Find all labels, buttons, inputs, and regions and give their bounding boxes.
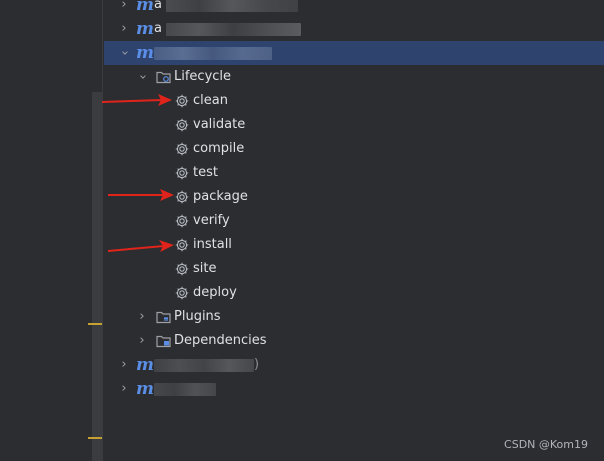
maven-module-icon: m bbox=[136, 0, 154, 15]
goal-site[interactable]: site bbox=[104, 257, 604, 281]
lifecycle-label: Lifecycle bbox=[174, 69, 232, 84]
maven-project-row[interactable]: › m a bbox=[104, 0, 604, 17]
chevron-right-icon[interactable]: › bbox=[118, 0, 130, 17]
goal-label: verify bbox=[193, 213, 230, 228]
gutter-marker bbox=[88, 323, 102, 325]
gear-icon bbox=[175, 238, 189, 252]
goal-verify[interactable]: verify bbox=[104, 209, 604, 233]
maven-project-row[interactable]: › m a bbox=[104, 17, 604, 41]
gear-icon bbox=[175, 166, 189, 180]
goal-label: compile bbox=[193, 141, 245, 156]
redacted-project-name bbox=[166, 23, 301, 36]
plugins-folder-icon bbox=[156, 311, 171, 324]
maven-module-icon: m bbox=[136, 19, 154, 39]
project-name-prefix: a bbox=[154, 21, 162, 36]
redacted-project-name bbox=[154, 47, 272, 60]
goal-test[interactable]: test bbox=[104, 161, 604, 185]
goal-label: package bbox=[193, 189, 248, 204]
redacted-project-name bbox=[154, 383, 216, 396]
scrollbar[interactable] bbox=[92, 92, 102, 461]
panel-divider bbox=[102, 0, 103, 461]
annotation-arrow-package bbox=[108, 189, 174, 201]
goal-install[interactable]: install bbox=[104, 233, 604, 257]
gear-icon bbox=[175, 94, 189, 108]
watermark: CSDN @Kom19 bbox=[504, 438, 588, 451]
dependencies-folder[interactable]: › Dependencies bbox=[104, 329, 604, 353]
plugins-folder[interactable]: › Plugins bbox=[104, 305, 604, 329]
goal-deploy[interactable]: deploy bbox=[104, 281, 604, 305]
goal-label: site bbox=[193, 261, 217, 276]
chevron-right-icon[interactable]: › bbox=[118, 17, 130, 41]
maven-project-row-selected[interactable]: › m bbox=[104, 41, 604, 65]
project-name-prefix: a bbox=[154, 0, 162, 12]
redacted-project-name bbox=[166, 0, 298, 12]
goal-validate[interactable]: validate bbox=[104, 113, 604, 137]
goal-label: clean bbox=[193, 93, 228, 108]
dependencies-label: Dependencies bbox=[174, 333, 267, 348]
gear-icon bbox=[175, 262, 189, 276]
annotation-arrow-install bbox=[107, 240, 174, 252]
gutter-marker bbox=[88, 437, 102, 439]
maven-project-row[interactable]: › m ) bbox=[104, 353, 604, 377]
chevron-down-icon[interactable]: › bbox=[130, 71, 154, 83]
gear-icon bbox=[175, 142, 189, 156]
annotation-arrow-clean bbox=[101, 94, 172, 106]
chevron-right-icon[interactable]: › bbox=[136, 305, 148, 329]
editor-gutter bbox=[0, 0, 103, 461]
goal-compile[interactable]: compile bbox=[104, 137, 604, 161]
chevron-right-icon[interactable]: › bbox=[136, 329, 148, 353]
chevron-right-icon[interactable]: › bbox=[118, 377, 130, 401]
lifecycle-folder[interactable]: › Lifecycle bbox=[104, 65, 604, 89]
chevron-right-icon[interactable]: › bbox=[118, 353, 130, 377]
goal-clean[interactable]: clean bbox=[104, 89, 604, 113]
redacted-project-name bbox=[154, 359, 254, 372]
goal-label: deploy bbox=[193, 285, 237, 300]
dependencies-folder-icon bbox=[156, 335, 171, 348]
project-name-suffix: ) bbox=[254, 357, 260, 372]
chevron-down-icon[interactable]: › bbox=[112, 47, 136, 59]
goal-label: install bbox=[193, 237, 232, 252]
maven-project-row[interactable]: › m bbox=[104, 377, 604, 401]
gear-icon bbox=[175, 286, 189, 300]
goal-label: test bbox=[193, 165, 218, 180]
gear-icon bbox=[175, 214, 189, 228]
gear-icon bbox=[175, 118, 189, 132]
goal-label: validate bbox=[193, 117, 246, 132]
maven-module-icon: m bbox=[136, 355, 154, 375]
lifecycle-folder-icon bbox=[156, 71, 171, 84]
maven-module-icon: m bbox=[136, 43, 154, 63]
maven-module-icon: m bbox=[136, 379, 154, 399]
gear-icon bbox=[175, 190, 189, 204]
goal-package[interactable]: package bbox=[104, 185, 604, 209]
plugins-label: Plugins bbox=[174, 309, 221, 324]
